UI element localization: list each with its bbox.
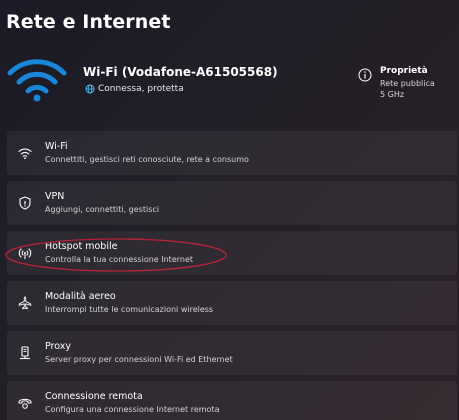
wifi-icon: [18, 148, 32, 160]
properties-button[interactable]: Proprietà Rete pubblica 5 GHz: [358, 64, 458, 104]
proxy-icon: [20, 346, 30, 360]
settings-item-airplane-mode[interactable]: Modalità aereo Interrompi tutte le comun…: [7, 281, 457, 325]
settings-item-proxy[interactable]: Proxy Server proxy per connessioni Wi-Fi…: [7, 331, 457, 375]
settings-item-title: Connessione remota: [45, 391, 143, 402]
settings-item-title: Wi-Fi: [45, 141, 68, 152]
properties-title: Proprietà: [380, 66, 428, 76]
settings-item-subtitle: Interrompi tutte le comunicazioni wirele…: [45, 305, 214, 314]
settings-item-title: Proxy: [45, 341, 72, 352]
network-header: Wi-Fi (Vodafone-A61505568) Connessa, pro…: [0, 52, 459, 112]
wifi-signal-icon: [7, 59, 67, 102]
settings-item-subtitle: Connettiti, gestisci reti conosciute, re…: [45, 155, 249, 164]
shield-icon: [19, 196, 31, 210]
settings-item-subtitle: Configura una connessione Internet remot…: [45, 405, 220, 414]
settings-item-vpn[interactable]: VPN Aggiungi, connettiti, gestisci: [7, 181, 457, 225]
dialup-icon: [18, 398, 32, 409]
settings-item-title: VPN: [45, 191, 65, 202]
network-status: Connessa, protetta: [85, 84, 184, 94]
settings-item-subtitle: Server proxy per connessioni Wi-Fi ed Et…: [45, 355, 233, 364]
settings-item-hotspot[interactable]: Hotspot mobile Controlla la tua connessi…: [7, 231, 457, 275]
settings-item-title: Modalità aereo: [45, 291, 116, 302]
properties-network-type: Rete pubblica: [380, 79, 435, 88]
airplane-icon: [18, 296, 32, 310]
info-icon: [358, 68, 372, 82]
properties-band: 5 GHz: [380, 90, 405, 99]
globe-icon: [85, 84, 95, 94]
settings-item-title: Hotspot mobile: [45, 241, 118, 252]
network-status-text: Connessa, protetta: [98, 84, 184, 94]
settings-item-subtitle: Controlla la tua connessione Internet: [45, 255, 194, 264]
page-title: Rete e Internet: [6, 11, 171, 33]
hotspot-icon: [18, 248, 32, 259]
settings-item-wifi[interactable]: Wi-Fi Connettiti, gestisci reti conosciu…: [7, 131, 457, 175]
settings-item-subtitle: Aggiungi, connettiti, gestisci: [45, 205, 159, 214]
settings-item-dialup[interactable]: Connessione remota Configura una conness…: [7, 381, 457, 420]
network-name: Wi-Fi (Vodafone-A61505568): [83, 65, 278, 79]
